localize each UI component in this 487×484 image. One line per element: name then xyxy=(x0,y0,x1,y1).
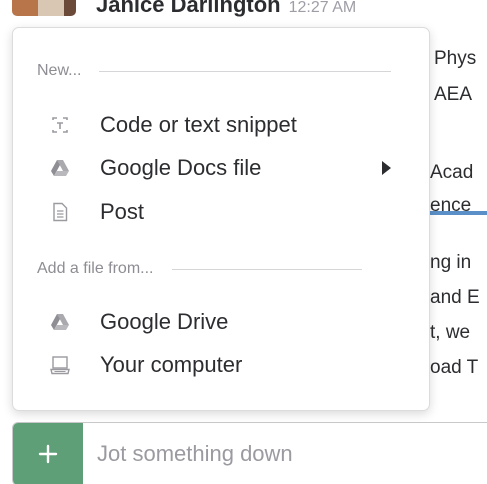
menu-item-label: Post xyxy=(100,199,145,224)
google-drive-icon xyxy=(49,157,71,179)
google-drive-icon xyxy=(49,311,71,333)
menu-item-post[interactable]: Post xyxy=(13,193,429,231)
message-input[interactable] xyxy=(97,423,487,484)
menu-heading-add-file-label: Add a file from... xyxy=(37,260,154,277)
menu-item-label: Google Docs file xyxy=(100,155,262,180)
sender-name[interactable]: Janice Darlington xyxy=(96,0,281,17)
message-timestamp[interactable]: 12:27 AM xyxy=(289,0,357,16)
menu-item-code-snippet[interactable]: Code or text snippet xyxy=(13,106,429,144)
screen: Janice Darlington 12:27 AM Phys AEA Acad … xyxy=(0,0,487,484)
message-text-line: ng in xyxy=(430,252,472,273)
menu-divider xyxy=(99,70,392,72)
message-text-line: Acad xyxy=(430,162,474,183)
message-text-line: Phys xyxy=(434,48,477,69)
file-upload-menu: New... Code or text snippet Google Docs xyxy=(12,27,430,411)
menu-divider xyxy=(171,268,362,270)
plus-icon xyxy=(37,443,59,465)
chevron-right-icon xyxy=(382,161,391,175)
add-file-button[interactable] xyxy=(13,423,83,484)
menu-heading-new-label: New... xyxy=(37,62,82,79)
menu-heading-add-file: Add a file from... xyxy=(37,260,362,278)
menu-heading-new: New... xyxy=(37,62,392,80)
message-composer xyxy=(12,422,487,484)
menu-item-google-drive[interactable]: Google Drive xyxy=(13,303,429,341)
document-icon xyxy=(49,201,71,223)
menu-item-label: Code or text snippet xyxy=(100,112,297,137)
message-text-line: and E xyxy=(430,287,480,308)
menu-item-your-computer[interactable]: Your computer xyxy=(13,346,429,384)
message-text-line: oad T xyxy=(430,357,479,378)
menu-item-label: Google Drive xyxy=(100,309,229,334)
avatar[interactable] xyxy=(12,0,76,16)
message-text-line: AEA xyxy=(434,84,473,105)
message-text-line: t, we xyxy=(430,322,471,343)
menu-item-label: Your computer xyxy=(100,352,243,377)
message-header: Janice Darlington 12:27 AM xyxy=(96,0,356,25)
computer-icon xyxy=(49,354,71,376)
snippet-icon xyxy=(49,114,71,136)
menu-item-google-docs-file[interactable]: Google Docs file xyxy=(13,149,429,187)
